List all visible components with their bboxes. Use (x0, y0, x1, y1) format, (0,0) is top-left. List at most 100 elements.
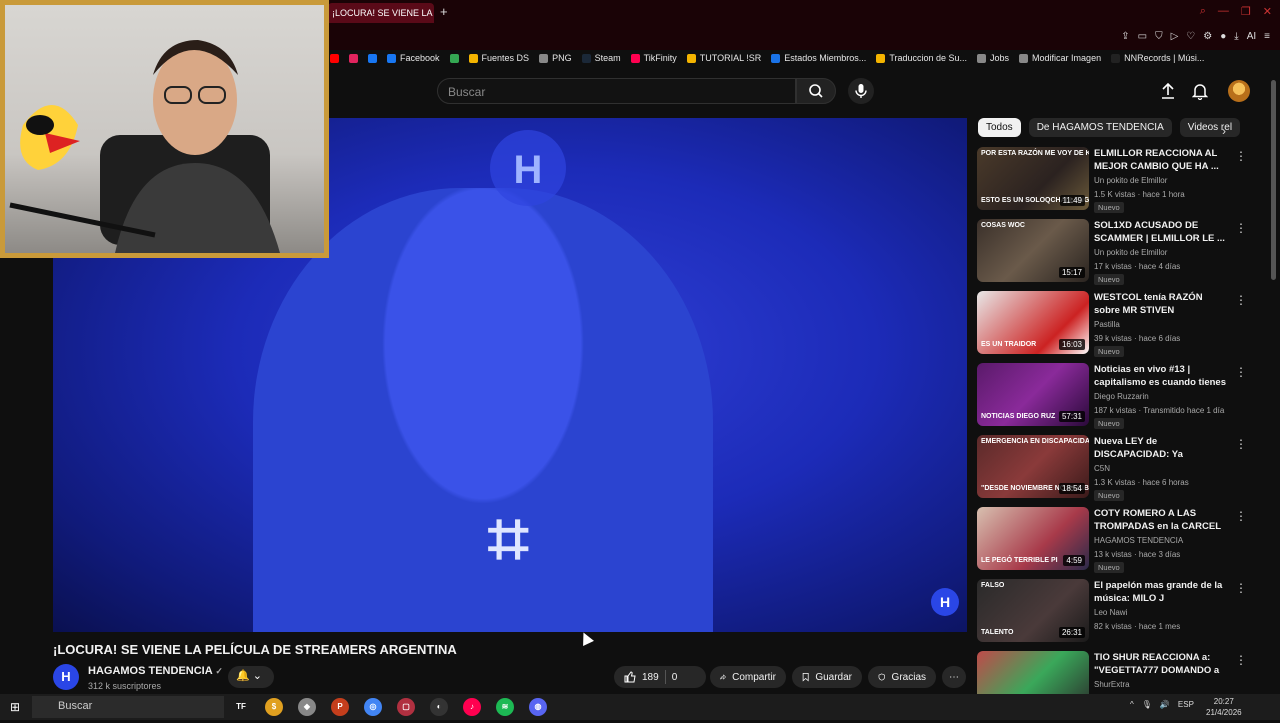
shield-icon[interactable]: ⛉ (1155, 31, 1163, 42)
recommendation-item[interactable]: NOTICIAS DIEGO RUZ 57:31 Noticias en vivo … (977, 363, 1252, 435)
bookmark-item[interactable]: PNG (539, 53, 572, 63)
recommendation-channel[interactable]: Leo Nawi (1094, 608, 1127, 617)
recommendation-thumbnail[interactable]: COSAS WOC 15:17 (977, 219, 1089, 282)
recommendation-thumbnail[interactable]: NOTICIAS DIEGO RUZ 57:31 (977, 363, 1089, 426)
share-button[interactable]: Compartir (710, 666, 786, 688)
play-icon[interactable]: ▷ (1171, 31, 1179, 42)
kebab-menu-icon[interactable]: ⋮ (1235, 437, 1247, 451)
recommendation-channel[interactable]: HAGAMOS TENDENCIA (1094, 536, 1183, 545)
taskbar-app-icon[interactable]: ▢ (397, 698, 415, 716)
bookmark-item[interactable]: Jobs (977, 53, 1009, 63)
windows-start-icon[interactable]: ⊞ (10, 700, 20, 714)
notifications-button[interactable] (1191, 82, 1209, 105)
tray-overflow-icon[interactable]: ^ (1130, 700, 1134, 709)
recommendation-title[interactable]: El papelón mas grande de la música: MILO… (1094, 579, 1229, 605)
taskbar-app-icon[interactable]: $ (265, 698, 283, 716)
kebab-menu-icon[interactable]: ⋮ (1235, 581, 1247, 595)
taskbar-app-icon[interactable]: TF (232, 698, 250, 716)
taskbar-app-icon[interactable]: ♪ (463, 698, 481, 716)
search-input[interactable]: Buscar (437, 78, 796, 104)
kebab-menu-icon[interactable]: ⋮ (1235, 149, 1247, 163)
taskbar-app-icon[interactable]: ◐ (430, 698, 448, 716)
recommendation-item[interactable]: ES UN TRAIDOR 16:03 WESTCOL tenía RAZÓN so… (977, 291, 1252, 363)
search-tabs-icon[interactable]: ⌕ (1200, 5, 1206, 18)
bookmark-item[interactable] (330, 53, 339, 63)
taskbar-app-icon[interactable]: ◆ (298, 698, 316, 716)
pin-icon[interactable]: ⇪ (1121, 31, 1129, 42)
chip-related[interactable]: Videos rel (1179, 118, 1241, 137)
recommendation-thumbnail[interactable]: LE PEGÓ TERRIBLE PI 4:59 (977, 507, 1089, 570)
account-avatar[interactable] (1228, 80, 1250, 102)
kebab-menu-icon[interactable]: ⋮ (1235, 221, 1247, 235)
bookmark-item[interactable]: NNRecords | Músi... (1111, 53, 1204, 63)
recommendation-channel[interactable]: Diego Ruzzarin (1094, 392, 1149, 401)
menu-icon[interactable]: ≡ (1264, 31, 1270, 42)
kebab-menu-icon[interactable]: ⋮ (1235, 509, 1247, 523)
more-actions-button[interactable]: ⋯ (942, 666, 966, 688)
heart-icon[interactable]: ♡ (1186, 31, 1195, 42)
ai-icon[interactable]: AI (1247, 31, 1256, 42)
recommendation-title[interactable]: TIO SHUR REACCIONA a: "VEGETTA777 DOMAND… (1094, 651, 1229, 677)
recommendation-item[interactable]: COSAS WOC 15:17 SOL1XD ACUSADO DE SCAMMER … (977, 219, 1252, 291)
thanks-button[interactable]: Gracias (868, 666, 936, 688)
recommendation-thumbnail[interactable]: ES UN TRAIDOR 16:03 (977, 291, 1089, 354)
search-button[interactable] (796, 78, 836, 104)
taskbar-app-icon[interactable]: ◎ (364, 698, 382, 716)
bookmark-item[interactable]: TikFinity (630, 53, 677, 63)
kebab-menu-icon[interactable]: ⋮ (1235, 293, 1247, 307)
bookmark-item[interactable]: Facebook (387, 53, 440, 63)
recommendation-title[interactable]: Noticias en vivo #13 | capitalismo es cu… (1094, 363, 1229, 389)
recommendation-title[interactable]: SOL1XD ACUSADO DE SCAMMER | ELMILLOR LE … (1094, 219, 1229, 245)
new-tab-button[interactable]: + (440, 4, 448, 19)
tray-language[interactable]: ESP (1178, 700, 1194, 709)
bookmark-item[interactable] (368, 53, 377, 63)
like-count[interactable]: 189 (642, 672, 659, 683)
bookmark-item[interactable]: Estados Miembros... (771, 53, 866, 63)
recommendation-channel[interactable]: Un pokito de Elmillor (1094, 248, 1167, 257)
recommendation-item[interactable]: LE PEGÓ TERRIBLE PI 4:59 COTY ROMERO A LAS… (977, 507, 1252, 579)
bookmark-item[interactable]: Fuentes DS (468, 53, 529, 63)
recommendation-thumbnail[interactable]: FALSO TALENTO 26:31 (977, 579, 1089, 642)
thumbs-up-icon[interactable] (624, 671, 636, 683)
recommendation-item[interactable]: POR ESTA RAZÓN ME VOY DE KOREAESTO ES UN… (977, 147, 1252, 219)
tray-mic-icon[interactable]: 🎙 (1142, 700, 1152, 709)
recommendation-item[interactable]: EMERGENCIA EN DISCAPACIDAD "DESDE NOVIEMB… (977, 435, 1252, 507)
bookmark-item[interactable]: Modificar Imagen (1019, 53, 1101, 63)
recommendation-channel[interactable]: C5N (1094, 464, 1110, 473)
minimize-icon[interactable]: — (1218, 5, 1229, 18)
bookmark-item[interactable]: TUTORIAL !SR (686, 53, 761, 63)
create-button[interactable] (1160, 82, 1176, 105)
recommendation-thumbnail[interactable]: POR ESTA RAZÓN ME VOY DE KOREAESTO ES UN… (977, 147, 1089, 210)
taskbar-app-icon[interactable]: P (331, 698, 349, 716)
recommendation-title[interactable]: Nueva LEY de DISCAPACIDAD: Ya CERRARON 5… (1094, 435, 1229, 461)
channel-watermark[interactable]: H (931, 588, 959, 616)
recommendation-thumbnail[interactable]: EMERGENCIA EN DISCAPACIDAD "DESDE NOVIEMB… (977, 435, 1089, 498)
system-clock[interactable]: 20:27 21/4/2026 (1206, 696, 1242, 718)
chevron-right-icon[interactable]: › (1222, 124, 1226, 138)
voice-search-button[interactable] (848, 78, 874, 104)
recommendation-title[interactable]: ELMILLOR REACCIONA AL MEJOR CAMBIO QUE H… (1094, 147, 1229, 173)
bookmark-item[interactable]: Steam (581, 53, 621, 63)
channel-avatar[interactable]: H (53, 664, 79, 690)
taskbar-app-icon[interactable]: ≋ (496, 698, 514, 716)
taskbar-search[interactable]: Buscar (32, 696, 224, 718)
recommendation-title[interactable]: WESTCOL tenía RAZÓN sobre MR STIVEN (1094, 291, 1229, 317)
recommendation-item[interactable]: FALSO TALENTO 26:31 El papelón mas grande d… (977, 579, 1252, 651)
page-scrollbar[interactable] (1271, 80, 1276, 280)
subscription-bell-button[interactable]: 🔔 ⌄ (228, 666, 274, 688)
maximize-icon[interactable]: ❐ (1241, 5, 1251, 18)
bookmark-item[interactable] (449, 53, 459, 63)
chip-channel[interactable]: De HAGAMOS TENDENCIA (1028, 118, 1172, 137)
channel-name-text[interactable]: HAGAMOS TENDENCIA (88, 665, 212, 677)
dislike-count[interactable]: 0 (672, 672, 678, 683)
tray-volume-icon[interactable]: 🔊 (1160, 700, 1170, 709)
channel-name[interactable]: HAGAMOS TENDENCIA ✓ (88, 665, 223, 677)
recommendation-channel[interactable]: Pastilla (1094, 320, 1120, 329)
bookmark-item[interactable] (349, 53, 358, 63)
recommendation-channel[interactable]: Un pokito de Elmillor (1094, 176, 1167, 185)
kebab-menu-icon[interactable]: ⋮ (1235, 365, 1247, 379)
browser-tab[interactable]: ¡LOCURA! SE VIENE LA PE (328, 3, 434, 23)
download-icon[interactable]: ⤓ (1234, 31, 1238, 42)
bookmark-item[interactable]: Traduccion de Su... (876, 53, 967, 63)
close-icon[interactable]: ✕ (1263, 5, 1272, 18)
